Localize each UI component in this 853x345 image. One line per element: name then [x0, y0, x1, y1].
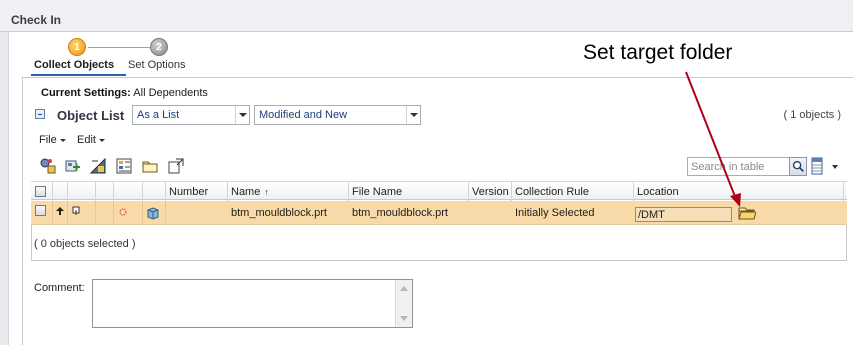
object-list-title: Object List [57, 108, 125, 123]
step-1-badge: 1 [68, 38, 86, 56]
header-collection-rule-label: Collection Rule [515, 186, 589, 198]
open-in-new-window-icon[interactable] [167, 157, 185, 175]
window-title: Check In [11, 13, 62, 27]
header-collection-rule[interactable]: Collection Rule [512, 182, 634, 201]
current-settings-value: All Dependents [133, 87, 208, 99]
filter-select[interactable]: Modified and New [254, 105, 421, 125]
chevron-down-icon [235, 106, 249, 124]
table-view-icon[interactable] [115, 157, 133, 175]
header-file-name-label: File Name [352, 186, 403, 198]
columns-icon[interactable] [811, 157, 823, 175]
table-row[interactable]: btm_mouldblock.prt btm_mouldblock.prt In… [31, 201, 847, 225]
active-step-underline [31, 74, 126, 76]
header-name[interactable]: Name ↑ [228, 182, 349, 201]
comment-field[interactable] [92, 279, 413, 328]
selected-count: ( 0 objects selected ) [34, 238, 136, 250]
scroll-down-icon[interactable] [400, 316, 408, 321]
search-input[interactable]: Search in table [687, 157, 790, 176]
step-connector [88, 47, 150, 48]
header-version-label: Version [472, 186, 509, 198]
file-menu[interactable]: File [39, 134, 66, 146]
caret-down-icon [59, 138, 66, 142]
view-select[interactable]: As a List [132, 105, 250, 125]
header-name-label: Name [231, 186, 261, 198]
filter-select-value: Modified and New [259, 109, 348, 121]
header-status-4[interactable] [114, 182, 143, 201]
header-status-3[interactable] [96, 182, 114, 201]
row-status-cell [53, 201, 68, 225]
row-name[interactable]: btm_mouldblock.prt [228, 201, 349, 225]
row-checkin-cell [68, 201, 96, 225]
comment-label: Comment: [34, 282, 85, 294]
caret-down-icon [98, 138, 105, 142]
table-footer [31, 225, 847, 261]
checkin-icon [72, 206, 80, 215]
header-location-label: Location [637, 186, 679, 198]
columns-menu-caret-icon[interactable] [832, 165, 838, 169]
row-empty-cell [96, 201, 114, 225]
modified-icon [119, 208, 127, 216]
header-number[interactable]: Number [166, 182, 228, 201]
object-list-bar: Object List As a List Modified and New (… [31, 104, 847, 127]
row-modified-cell [114, 201, 143, 225]
select-all-header [31, 182, 53, 201]
sort-ascending-icon: ↑ [264, 187, 269, 197]
folder-icon[interactable] [738, 204, 756, 221]
window-titlebar: Check In [0, 0, 853, 32]
folder-icon[interactable] [141, 157, 159, 175]
chevron-down-icon [406, 106, 420, 124]
left-edge-bar [0, 32, 9, 345]
set-options-icon[interactable] [89, 157, 107, 175]
search-icon[interactable] [789, 157, 807, 176]
part-icon [147, 207, 159, 220]
header-status-5[interactable] [143, 182, 166, 201]
row-file-name: btm_mouldblock.prt [352, 207, 448, 219]
select-all-checkbox[interactable] [35, 186, 46, 197]
collect-dependents-icon[interactable] [39, 157, 57, 175]
step-2-badge: 2 [150, 38, 168, 56]
menu-bar: File Edit [31, 131, 847, 150]
row-type-cell [143, 201, 166, 225]
step-1-label[interactable]: Collect Objects [34, 59, 114, 71]
status-arrow-icon [56, 207, 64, 215]
row-checkbox[interactable] [35, 205, 46, 216]
row-collection-rule: Initially Selected [515, 207, 595, 219]
object-count: ( 1 objects ) [783, 109, 841, 121]
header-location[interactable]: Location [634, 182, 844, 201]
comment-scrollbar[interactable] [395, 280, 412, 327]
header-version[interactable]: Version [469, 182, 512, 201]
add-objects-icon[interactable] [64, 157, 82, 175]
table-toolbar: Search in table [31, 154, 847, 179]
step-2-label[interactable]: Set Options [128, 59, 185, 71]
header-file-name[interactable]: File Name [349, 182, 469, 201]
file-menu-label: File [39, 134, 57, 146]
row-version [469, 201, 512, 225]
header-status-2[interactable] [68, 182, 96, 201]
edit-menu-label: Edit [77, 134, 96, 146]
location-field[interactable]: /DMT [635, 207, 732, 222]
annotation-label: Set target folder [583, 41, 733, 64]
scroll-up-icon[interactable] [400, 286, 408, 291]
collapse-icon[interactable] [35, 109, 45, 119]
row-select-cell [31, 201, 53, 225]
table-header: Number Name ↑ File Name Version Collectio… [31, 181, 847, 201]
header-status-1[interactable] [53, 182, 68, 201]
edit-menu[interactable]: Edit [77, 134, 105, 146]
view-select-value: As a List [137, 109, 180, 121]
current-settings-label: Current Settings: [41, 87, 131, 99]
current-settings: Current Settings: All Dependents [41, 87, 208, 99]
header-number-label: Number [169, 186, 209, 198]
row-number [166, 201, 228, 225]
